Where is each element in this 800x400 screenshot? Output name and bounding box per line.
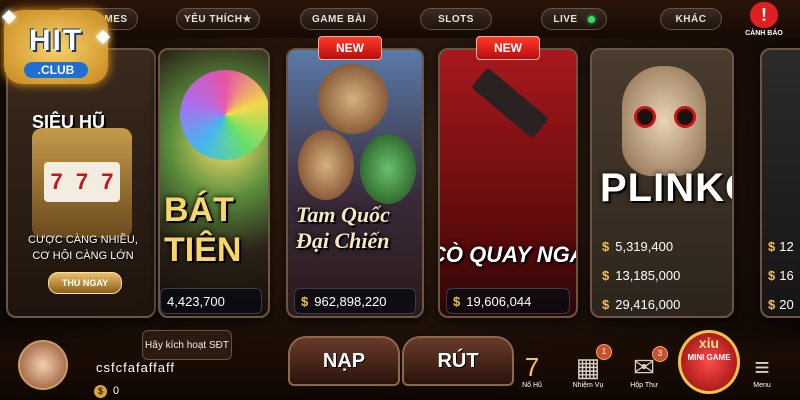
jackpot-row: $20: [768, 290, 794, 316]
tab-label: KHÁC: [675, 13, 707, 25]
tab-game-bai[interactable]: GAME BÀI: [300, 8, 378, 30]
nap-label: NẠP: [322, 350, 366, 372]
jackpot-display: $19,606,044: [446, 288, 570, 314]
slot-reels: 7 7 7: [44, 162, 120, 202]
mask-eye: [634, 106, 656, 128]
promo-line-1: CƯỢC CÀNG NHIỀU,: [28, 234, 138, 246]
jackpot-value: 4,423,700: [167, 293, 225, 309]
jackpot-display: $962,898,220: [294, 288, 416, 314]
reel-digit: 7: [75, 169, 89, 194]
game-card-tam-quoc[interactable]: Tam Quốc Đại Chiến $962,898,220: [286, 48, 424, 318]
rut-label: RÚT: [437, 350, 479, 372]
activate-label: Hãy kích hoạt SĐT: [145, 339, 229, 351]
jackpot-value: 962,898,220: [314, 293, 387, 309]
missions-count-badge: 1: [596, 344, 612, 360]
dollar-icon: $: [453, 293, 461, 309]
missions-label: Nhiệm Vụ: [572, 382, 604, 389]
tab-live[interactable]: LIVE: [541, 8, 607, 30]
coin-icon: $: [94, 384, 107, 398]
mini-game-label: MINI GAME: [687, 353, 731, 362]
activate-phone-button[interactable]: Hãy kích hoạt SĐT: [142, 330, 232, 360]
jackpot-row: $5,319,400: [602, 232, 680, 261]
tab-khac[interactable]: KHÁC: [660, 8, 722, 30]
warrior-portrait: [318, 64, 388, 134]
jackpot-row: $13,185,000: [602, 261, 680, 290]
warrior-portrait: [298, 130, 354, 200]
dollar-icon: $: [602, 297, 610, 312]
logo-subtext: .CLUB: [24, 62, 88, 78]
game-title: PLINKO: [600, 166, 732, 210]
reel-digit: 7: [50, 169, 63, 194]
tab-favorites[interactable]: YÊU THÍCH★: [176, 8, 260, 30]
warning-button[interactable]: ! CẢNH BÁO: [742, 2, 786, 38]
menu-label: Menu: [753, 382, 771, 389]
reel-digit: 7: [101, 169, 114, 194]
game-card-plinko[interactable]: PLINKO $5,319,400 $13,185,000 $29,416,00…: [590, 48, 734, 318]
dollar-icon: $: [768, 268, 776, 283]
thu-ngay-button[interactable]: THU NGAY: [48, 272, 122, 294]
jackpot-row: $12: [768, 232, 794, 261]
jackpot-icon: 7: [524, 352, 540, 382]
game-title: BÁT TIÊN: [164, 191, 242, 269]
live-indicator-icon: [587, 15, 595, 23]
jackpot-menu-label: Nổ Hũ: [522, 382, 542, 389]
dollar-icon: $: [768, 297, 776, 312]
jackpot-value: 16: [779, 268, 794, 283]
jackpot-row: $29,416,000: [602, 290, 681, 316]
game-card-co-quay-nga[interactable]: CÒ QUAY NGA $19,606,044: [438, 48, 578, 318]
jackpot-display: 4,423,700: [160, 288, 262, 314]
jackpot-list: $5,319,400 $13,185,000 $29,416,000: [602, 232, 681, 316]
game-title: Tam Quốc Đại Chiến: [296, 202, 390, 253]
jackpot-list: $12 $16 $20: [768, 232, 794, 316]
dollar-icon: $: [768, 239, 776, 254]
revolver-icon: [471, 67, 549, 139]
tab-label: LIVE: [553, 13, 578, 25]
jackpot-value: 5,319,400: [615, 239, 674, 254]
promo-line-2: CƠ HỘI CÀNG LỚN: [32, 250, 134, 262]
warning-icon: !: [750, 2, 778, 28]
jackpot-menu-button[interactable]: 7 Nổ Hũ: [512, 352, 552, 400]
new-badge: NEW: [318, 36, 382, 60]
logo-text: HIT: [28, 24, 84, 57]
nap-button[interactable]: NẠP: [288, 336, 400, 386]
mail-count-badge: 3: [652, 346, 668, 362]
balance-value: 0: [113, 385, 120, 397]
jackpot-value: 29,416,000: [615, 297, 681, 312]
tab-label: YÊU THÍCH★: [184, 13, 252, 25]
wheel-icon: [180, 70, 268, 160]
dollar-icon: $: [301, 293, 309, 309]
tab-label: SLOTS: [438, 13, 474, 25]
balance-display: $ 0: [94, 383, 164, 399]
warrior-portrait: [360, 134, 416, 204]
username: csfcfafaffaff: [96, 360, 176, 375]
tribal-mask-icon: [622, 66, 706, 176]
mask-eye: [674, 106, 696, 128]
game-card-bat-tien[interactable]: BÁT TIÊN 4,423,700: [158, 48, 270, 318]
xiu-label: xỉu: [698, 335, 720, 351]
jackpot-value: 12: [779, 239, 794, 254]
hamburger-icon: ≡: [754, 352, 770, 382]
new-badge: NEW: [476, 36, 540, 60]
tab-label: GAME BÀI: [312, 13, 366, 25]
mini-game-button[interactable]: xỉu MINI GAME: [678, 330, 740, 394]
dollar-icon: $: [602, 239, 610, 254]
jackpot-value: 20: [779, 297, 794, 312]
jackpot-value: 19,606,044: [466, 293, 532, 309]
hit-club-logo: HIT .CLUB: [1, 9, 114, 90]
game-title: CÒ QUAY NGA: [440, 242, 576, 267]
jackpot-row: $16: [768, 261, 794, 290]
warning-label: CẢNH BÁO: [745, 30, 783, 37]
menu-button[interactable]: ≡ Menu: [742, 352, 782, 400]
rut-button[interactable]: RÚT: [402, 336, 514, 386]
game-card-partial[interactable]: $12 $16 $20: [760, 48, 800, 318]
jackpot-value: 13,185,000: [615, 268, 681, 283]
mailbox-label: Hộp Thư: [630, 382, 658, 389]
dollar-icon: $: [602, 268, 610, 283]
avatar[interactable]: [18, 340, 68, 390]
tab-slots[interactable]: SLOTS: [420, 8, 492, 30]
